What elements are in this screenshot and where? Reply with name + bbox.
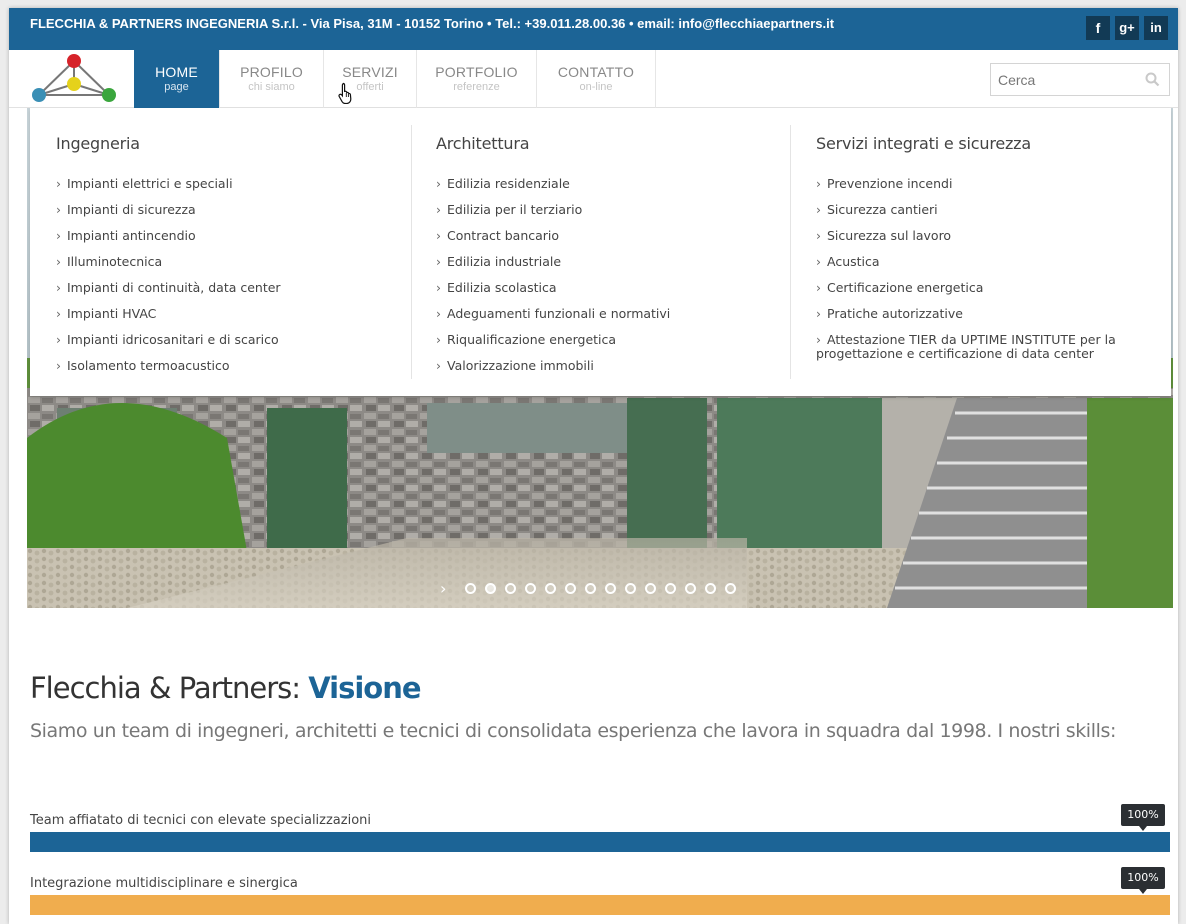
skill-progress-bar bbox=[30, 832, 1170, 852]
search-icon[interactable] bbox=[1145, 72, 1160, 91]
mega-menu-item[interactable]: Impianti di sicurezza bbox=[56, 197, 410, 223]
slider-dot[interactable] bbox=[665, 583, 676, 594]
mega-column-architettura: Architettura Edilizia residenziale Edili… bbox=[411, 125, 791, 379]
header: HOME page PROFILO chi siamo SERVIZI offe… bbox=[9, 50, 1178, 108]
mega-column-title: Servizi integrati e sicurezza bbox=[816, 134, 1031, 153]
nav-home-sub: page bbox=[164, 81, 189, 93]
mega-column-title: Architettura bbox=[436, 134, 530, 153]
logo[interactable] bbox=[27, 50, 123, 108]
skill-label: Team affiatato di tecnici con elevate sp… bbox=[30, 813, 372, 828]
slider-dot[interactable] bbox=[505, 583, 516, 594]
nav-profilo[interactable]: PROFILO chi siamo bbox=[220, 50, 324, 108]
nav-contatto-label: CONTATTO bbox=[557, 64, 635, 80]
mega-menu-item[interactable]: Impianti di continuità, data center bbox=[56, 275, 410, 301]
mega-menu-item[interactable]: Isolamento termoacustico bbox=[56, 353, 410, 379]
slider-dot[interactable] bbox=[525, 583, 536, 594]
servizi-mega-menu: Ingegneria Impianti elettrici e speciali… bbox=[30, 108, 1171, 396]
title-highlight: Visione bbox=[308, 671, 421, 705]
mega-menu-item[interactable]: Edilizia scolastica bbox=[436, 275, 791, 301]
mega-menu-item[interactable]: Contract bancario bbox=[436, 223, 791, 249]
slider-dot[interactable] bbox=[585, 583, 596, 594]
slider-dot[interactable] bbox=[685, 583, 696, 594]
page-frame: FLECCHIA & PARTNERS INGEGNERIA S.r.l. - … bbox=[9, 8, 1178, 924]
mega-menu-item[interactable]: Riqualificazione energetica bbox=[436, 327, 791, 353]
intro-text: Siamo un team di ingegneri, architetti e… bbox=[30, 720, 1116, 742]
nav-contatto-sub: on-line bbox=[579, 81, 613, 93]
mega-menu-item[interactable]: Sicurezza sul lavoro bbox=[816, 223, 1171, 249]
mega-column-servizi-integrati: Servizi integrati e sicurezza Prevenzion… bbox=[790, 125, 1171, 379]
facebook-icon[interactable]: f bbox=[1086, 16, 1110, 40]
search-input[interactable] bbox=[991, 64, 1131, 95]
google-plus-icon[interactable]: g+ bbox=[1115, 16, 1139, 40]
slider-dot[interactable] bbox=[605, 583, 616, 594]
mega-menu-item[interactable]: Pratiche autorizzative bbox=[816, 301, 1171, 327]
skill-percent-badge: 100% bbox=[1121, 867, 1165, 894]
nav-profilo-label: PROFILO bbox=[240, 64, 303, 80]
contact-info: FLECCHIA & PARTNERS INGEGNERIA S.r.l. - … bbox=[30, 16, 835, 31]
mega-menu-item[interactable]: Sicurezza cantieri bbox=[816, 197, 1171, 223]
nav-portfolio-sub: referenze bbox=[453, 81, 500, 93]
slider-dot[interactable] bbox=[565, 583, 576, 594]
mega-menu-item[interactable]: Valorizzazione immobili bbox=[436, 353, 791, 379]
hand-cursor-icon bbox=[338, 82, 354, 108]
slider-dot[interactable] bbox=[645, 583, 656, 594]
mega-menu-item[interactable]: Impianti HVAC bbox=[56, 301, 410, 327]
skill-progress-bar bbox=[30, 895, 1170, 915]
mega-column-title: Ingegneria bbox=[56, 134, 140, 153]
mega-menu-item[interactable]: Prevenzione incendi bbox=[816, 171, 1171, 197]
mega-menu-item[interactable]: Acustica bbox=[816, 249, 1171, 275]
top-bar: FLECCHIA & PARTNERS INGEGNERIA S.r.l. - … bbox=[9, 8, 1178, 50]
mega-menu-item[interactable]: Adeguamenti funzionali e normativi bbox=[436, 301, 791, 327]
nav-home[interactable]: HOME page bbox=[134, 50, 220, 108]
search-box bbox=[990, 63, 1170, 96]
mega-menu-item[interactable]: Attestazione TIER da UPTIME INSTITUTE pe… bbox=[816, 327, 1116, 361]
page-title: Flecchia & Partners: Visione bbox=[30, 671, 422, 705]
nav-portfolio-label: PORTFOLIO bbox=[435, 64, 518, 80]
skill-percent-badge: 100% bbox=[1121, 804, 1165, 831]
nav-profilo-sub: chi siamo bbox=[248, 81, 295, 93]
mega-menu-item[interactable]: Edilizia industriale bbox=[436, 249, 791, 275]
mega-menu-item[interactable]: Certificazione energetica bbox=[816, 275, 1171, 301]
mega-menu-item[interactable]: Edilizia per il terziario bbox=[436, 197, 791, 223]
nav-portfolio[interactable]: PORTFOLIO referenze bbox=[417, 50, 537, 108]
slider-dot[interactable] bbox=[725, 583, 736, 594]
slider-dot[interactable] bbox=[465, 583, 476, 594]
slider-dot[interactable] bbox=[625, 583, 636, 594]
skill-label: Integrazione multidisciplinare e sinergi… bbox=[30, 876, 298, 891]
mega-menu-item[interactable]: Edilizia residenziale bbox=[436, 171, 791, 197]
slider-dot[interactable] bbox=[485, 583, 496, 594]
nav-contatto[interactable]: CONTATTO on-line bbox=[537, 50, 656, 108]
slider-dot[interactable] bbox=[705, 583, 716, 594]
mega-column-ingegneria: Ingegneria Impianti elettrici e speciali… bbox=[56, 125, 410, 379]
linkedin-icon[interactable]: in bbox=[1144, 16, 1168, 40]
nav-home-label: HOME bbox=[155, 64, 198, 80]
title-prefix: Flecchia & Partners: bbox=[30, 671, 309, 705]
slider-next-icon[interactable]: › bbox=[440, 579, 446, 598]
mega-menu-item[interactable]: Impianti antincendio bbox=[56, 223, 410, 249]
mega-menu-item[interactable]: Impianti idricosanitari e di scarico bbox=[56, 327, 410, 353]
mega-menu-item[interactable]: Illuminotecnica bbox=[56, 249, 410, 275]
mega-menu-item[interactable]: Impianti elettrici e speciali bbox=[56, 171, 410, 197]
slider-dot[interactable] bbox=[545, 583, 556, 594]
nav-servizi-label: SERVIZI bbox=[342, 64, 398, 80]
